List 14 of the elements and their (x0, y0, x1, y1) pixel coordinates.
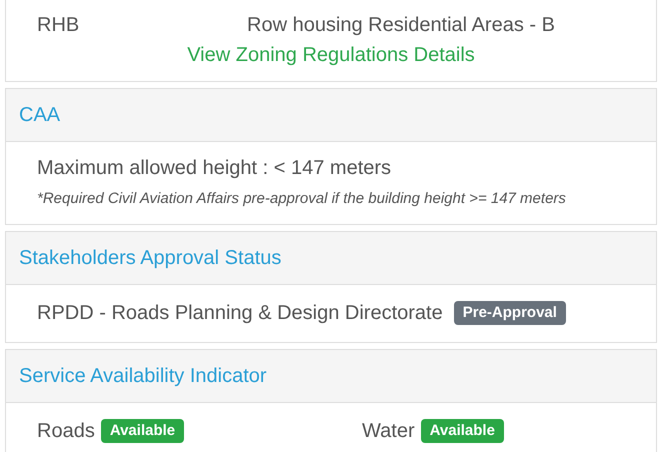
zoning-code: RHB (37, 14, 80, 37)
status-badge: Pre-Approval (454, 301, 566, 325)
panel-title: Service Availability Indicator (19, 365, 267, 387)
status-badge: Available (100, 419, 184, 443)
max-height-text: Maximum allowed height : < 147 meters (37, 157, 392, 180)
service-name: Roads (37, 420, 95, 442)
panel-title: Stakeholders Approval Status (19, 247, 282, 269)
service-name: Water (362, 420, 415, 442)
panel-title: CAA (19, 104, 60, 126)
status-badge: Available (420, 419, 504, 443)
stakeholder-name: RPDD - Roads Planning & Design Directorate (37, 302, 443, 324)
zoning-details-link[interactable]: View Zoning Regulations Details (187, 44, 475, 66)
zoning-description: Row housing Residential Areas - B (247, 14, 555, 37)
approval-note: *Required Civil Aviation Affairs pre-approval if the building height >= 147 meters (37, 190, 567, 207)
